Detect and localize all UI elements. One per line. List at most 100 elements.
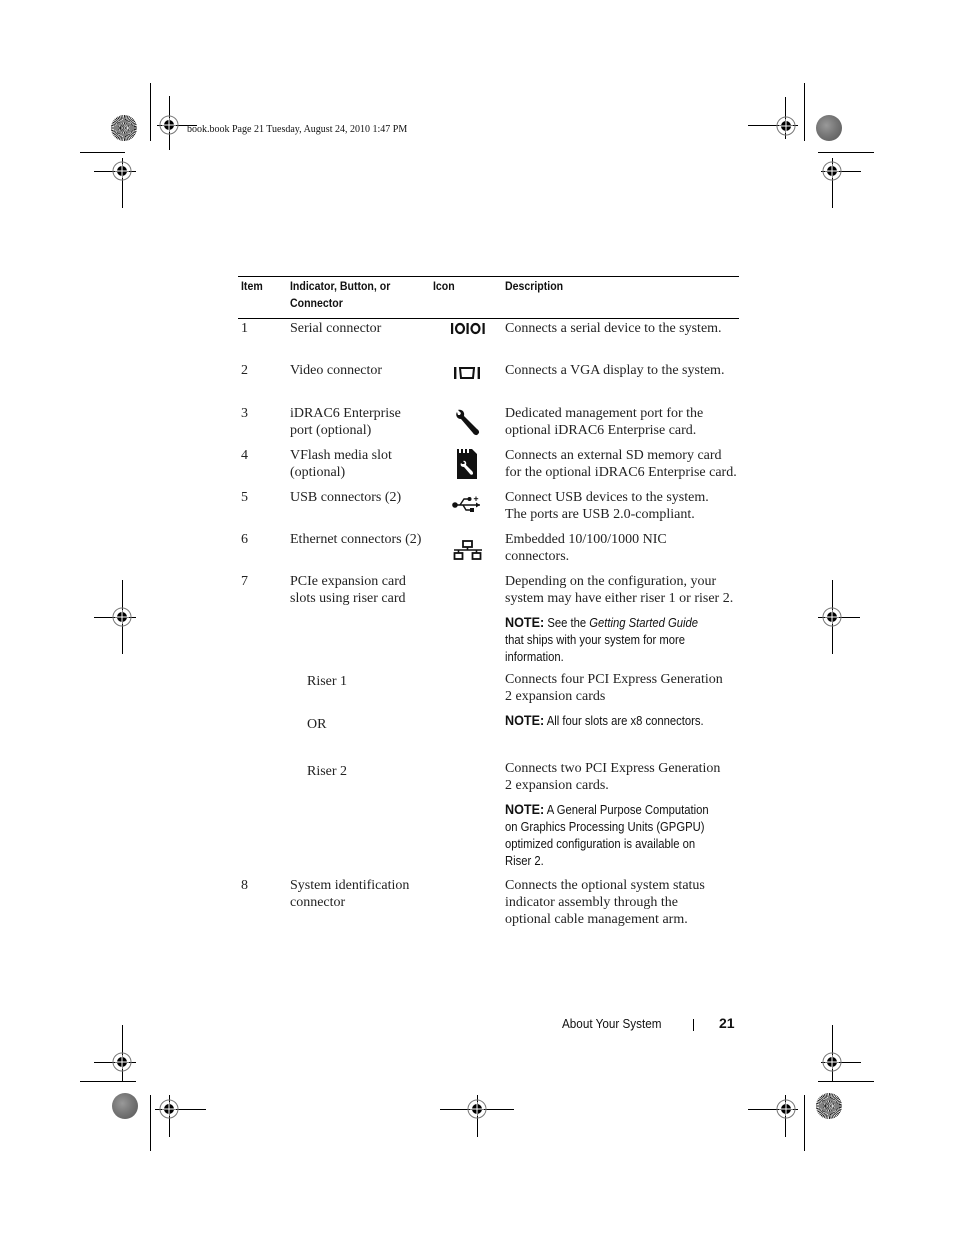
item-description-line: Connects two PCI Express Generation xyxy=(505,761,721,776)
item-description: Connect USB devices to the system. The p… xyxy=(505,489,745,523)
item-description-line: 2 expansion cards xyxy=(505,689,606,704)
sub-item-name: OR xyxy=(307,717,327,732)
crosshair-target-icon xyxy=(159,1099,179,1119)
item-name-line: PCIe expansion card xyxy=(290,574,406,589)
registration-rosette-icon xyxy=(816,1093,842,1119)
item-description: Embedded 10/100/1000 NIC connectors. xyxy=(505,531,745,565)
note-text: that ships with your system for more xyxy=(505,633,686,647)
item-name-line: port (optional) xyxy=(290,423,372,438)
item-name-line: slots using riser card xyxy=(290,591,406,606)
crop-mark xyxy=(818,1081,874,1082)
item-description: Dedicated management port for the option… xyxy=(505,405,745,439)
note: NOTE: A General Purpose Computation on G… xyxy=(505,801,739,870)
item-number: 1 xyxy=(241,321,248,336)
item-description: Connects the optional system status indi… xyxy=(505,877,745,928)
item-name-line: (optional) xyxy=(290,465,346,480)
crop-mark xyxy=(818,152,874,153)
print-slug: book.book Page 21 Tuesday, August 24, 20… xyxy=(187,124,408,135)
item-number: 6 xyxy=(241,532,248,547)
note-text: A General Purpose Computation xyxy=(544,803,709,817)
crosshair-target-icon xyxy=(112,607,132,627)
wrench-icon xyxy=(456,409,480,436)
registration-rosette-icon xyxy=(816,115,842,141)
item-name: PCIe expansion card slots using riser ca… xyxy=(290,573,406,607)
item-name: System identification connector xyxy=(290,877,409,911)
item-name: Ethernet connectors (2) xyxy=(290,532,422,547)
item-description: Connects two PCI Express Generation 2 ex… xyxy=(505,760,755,794)
note-text: on Graphics Processing Units (GPGPU) xyxy=(505,820,705,834)
item-description-line: connectors. xyxy=(505,549,570,564)
item-description-line: optional iDRAC6 Enterprise card. xyxy=(505,423,697,438)
crosshair-target-icon xyxy=(159,115,179,135)
note-text: See the xyxy=(544,616,590,630)
item-description: Connects four PCI Express Generation 2 e… xyxy=(505,671,755,705)
item-number: 3 xyxy=(241,406,248,421)
note: NOTE: See the Getting Started Guide that… xyxy=(505,614,739,666)
item-name: iDRAC6 Enterprise port (optional) xyxy=(290,405,401,439)
item-description-line: 2 expansion cards. xyxy=(505,778,609,793)
note-label: NOTE: xyxy=(505,801,545,817)
crosshair-target-icon xyxy=(822,607,842,627)
crosshair-target-icon xyxy=(776,116,796,136)
item-description-line: for the optional iDRAC6 Enterprise card. xyxy=(505,465,737,480)
crop-mark xyxy=(80,152,125,153)
crop-mark xyxy=(804,83,805,141)
crosshair-target-icon xyxy=(776,1099,796,1119)
note-document-title: Getting Started Guide xyxy=(589,616,699,630)
sd-card-icon xyxy=(457,449,477,479)
note: NOTE: All four slots are x8 connectors. xyxy=(505,712,739,730)
sub-item-name: Riser 1 xyxy=(307,674,348,689)
header-description: Description xyxy=(505,279,564,293)
item-description-line: Connect USB devices to the system. xyxy=(505,490,709,505)
item-name: Serial connector xyxy=(290,321,382,336)
header-indicator-line1: Indicator, Button, or xyxy=(290,279,391,293)
item-name: USB connectors (2) xyxy=(290,490,402,505)
header-icon: Icon xyxy=(433,279,455,293)
item-name-line: VFlash media slot xyxy=(290,448,392,463)
crosshair-target-icon xyxy=(467,1099,487,1119)
crop-mark xyxy=(80,1081,136,1082)
note-text: All four slots are x8 connectors. xyxy=(544,714,704,728)
item-number: 4 xyxy=(241,448,248,463)
item-description-line: Connects an external SD memory card xyxy=(505,448,722,463)
item-description-line: Depending on the configuration, your xyxy=(505,574,717,589)
item-name-line: connector xyxy=(290,895,346,910)
network-icon xyxy=(453,540,482,560)
item-number: 7 xyxy=(241,574,248,589)
crosshair-target-icon xyxy=(822,161,842,181)
item-number: 8 xyxy=(241,878,248,893)
serial-icon xyxy=(451,322,485,335)
item-number: 5 xyxy=(241,490,248,505)
item-description: Connects a serial device to the system. xyxy=(505,321,722,336)
item-description-line: Connects four PCI Express Generation xyxy=(505,672,723,687)
item-description-line: Connects the optional system status xyxy=(505,878,705,893)
item-name: VFlash media slot (optional) xyxy=(290,447,392,481)
header-item: Item xyxy=(241,279,263,293)
sub-item-name: Riser 2 xyxy=(307,764,348,779)
note-label: NOTE: xyxy=(505,712,545,728)
item-description-line: system may have either riser 1 or riser … xyxy=(505,591,734,606)
item-number: 2 xyxy=(241,363,248,378)
item-description: Connects a VGA display to the system. xyxy=(505,363,725,378)
crosshair-target-icon xyxy=(112,161,132,181)
footer-separator xyxy=(693,1019,694,1031)
item-description-line: optional cable management arm. xyxy=(505,912,688,927)
item-description: Depending on the configuration, your sys… xyxy=(505,573,755,607)
item-description-line: Embedded 10/100/1000 NIC xyxy=(505,532,667,547)
crosshair-target-icon xyxy=(112,1052,132,1072)
note-label: NOTE: xyxy=(505,614,545,630)
video-icon xyxy=(454,367,480,379)
note-text: optimized configuration is available on xyxy=(505,837,696,851)
item-name-line: iDRAC6 Enterprise xyxy=(290,406,401,421)
crop-mark xyxy=(150,83,151,141)
table-header-rule xyxy=(238,318,739,319)
header-indicator: Indicator, Button, or Connector xyxy=(290,278,390,312)
crop-mark xyxy=(150,1095,151,1151)
footer-section-title: About Your System xyxy=(562,1016,662,1031)
item-description-line: Dedicated management port for the xyxy=(505,406,704,421)
note-text: Riser 2. xyxy=(505,854,544,868)
item-description-line: The ports are USB 2.0-compliant. xyxy=(505,507,695,522)
registration-rosette-icon xyxy=(111,115,137,141)
crop-mark xyxy=(804,1095,805,1151)
item-description-line: indicator assembly through the xyxy=(505,895,679,910)
